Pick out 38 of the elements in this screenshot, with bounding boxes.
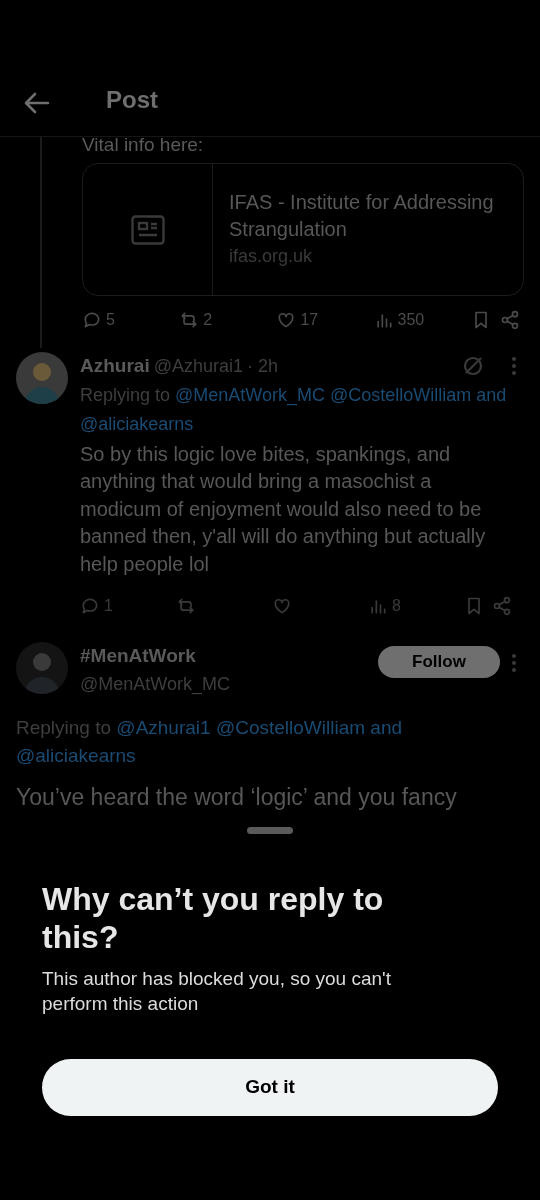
more-icon[interactable] [512, 357, 516, 376]
blocked-icon [462, 355, 484, 378]
more-icon[interactable] [512, 654, 516, 672]
author-name: #MenAtWork [80, 644, 197, 668]
page-title: Post [106, 85, 158, 115]
reply-action[interactable]: 1 [80, 594, 168, 618]
views-action[interactable]: 8 [368, 594, 456, 618]
share-action[interactable] [492, 596, 512, 616]
repost-icon [176, 596, 196, 616]
repost-action[interactable]: 2 [179, 308, 268, 332]
follow-button[interactable]: Follow [378, 646, 500, 678]
link-card[interactable]: IFAS - Institute for Addressing Strangulation ifas.org.uk [82, 163, 524, 296]
replying-to: Replying to @MenAtWork_MC @CostelloWilliam and @aliciakearns [80, 383, 508, 436]
reply-action[interactable]: 5 [82, 308, 170, 332]
post-text: Vital info here: [82, 137, 205, 153]
post-text: You’ve heard the word ‘logic’ and you fancy [15, 782, 458, 812]
back-arrow-icon[interactable] [24, 92, 50, 114]
author-handle: @Azhurai1 [153, 354, 243, 378]
reply-text: So by this logic love bites, spankings, and anything that would bring a masochist a modicum of enjoyment would also need to be banned then, y'all will do anything but actually help people lol [80, 441, 487, 577]
post-time: · 2h [247, 354, 279, 378]
link-domain: ifas.org.uk [229, 245, 314, 268]
like-action[interactable]: 17 [276, 308, 365, 332]
speech-bubble-icon [80, 596, 100, 616]
sheet-title: Why can’t you reply to this? [42, 880, 385, 956]
share-icon [499, 310, 520, 330]
drag-handle[interactable] [247, 827, 293, 834]
link-title: IFAS - Institute for Addressing Strangulation [229, 190, 495, 242]
heart-icon [272, 596, 292, 616]
author-handle: @MenAtWork_MC [80, 672, 231, 697]
share-icon [492, 596, 512, 616]
author-name: Azhurai [80, 354, 150, 378]
replying-to: Replying to @Azhurai1 @CostelloWilliam and @aliciakearns [15, 715, 404, 768]
speech-bubble-icon [82, 310, 102, 330]
article-icon [130, 214, 165, 245]
views-action[interactable]: 350 [373, 308, 462, 332]
got-it-button[interactable]: Got it [42, 1059, 498, 1116]
sheet-message: This author has blocked you, so you can't perform this action [42, 967, 392, 1016]
share-action[interactable] [499, 310, 520, 330]
